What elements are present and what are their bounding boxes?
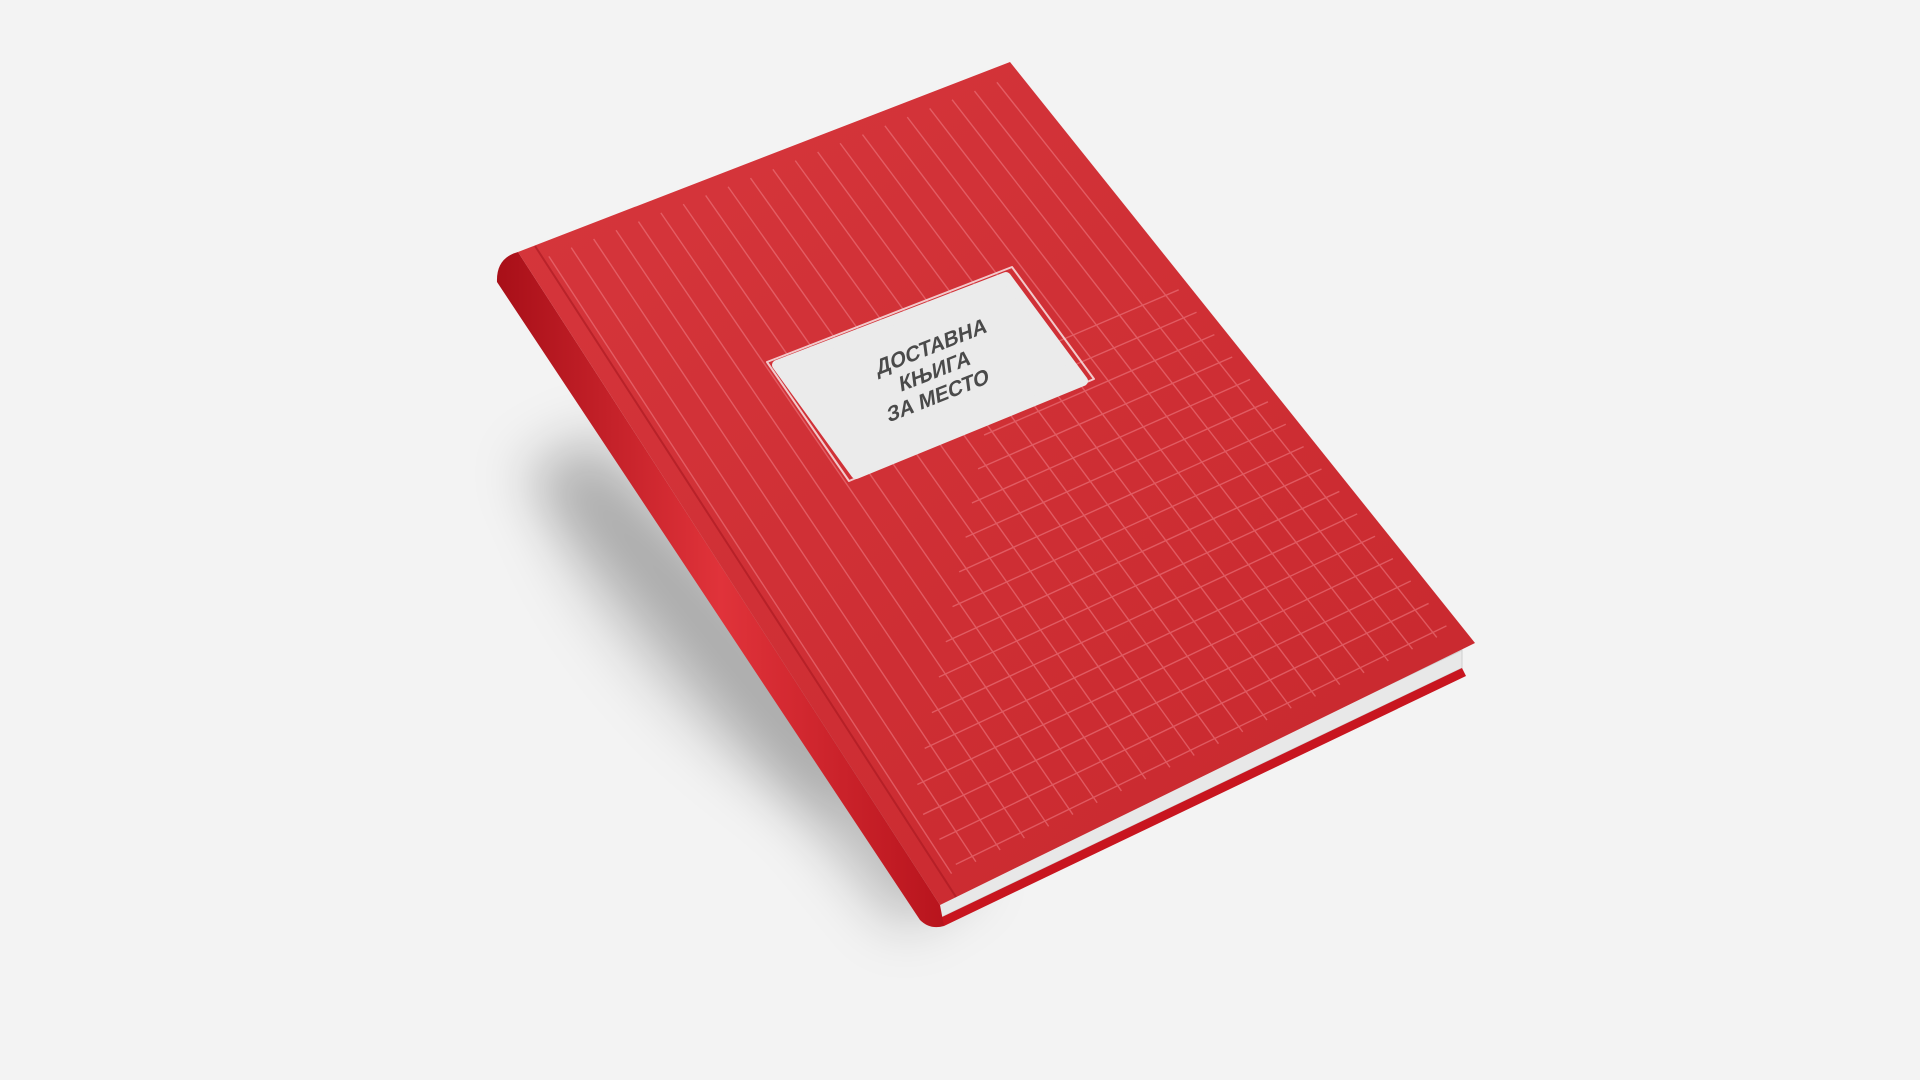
book-mockup-scene: ДОСТАВНА КЊИГА ЗА МЕСТО [496, 62, 1475, 930]
